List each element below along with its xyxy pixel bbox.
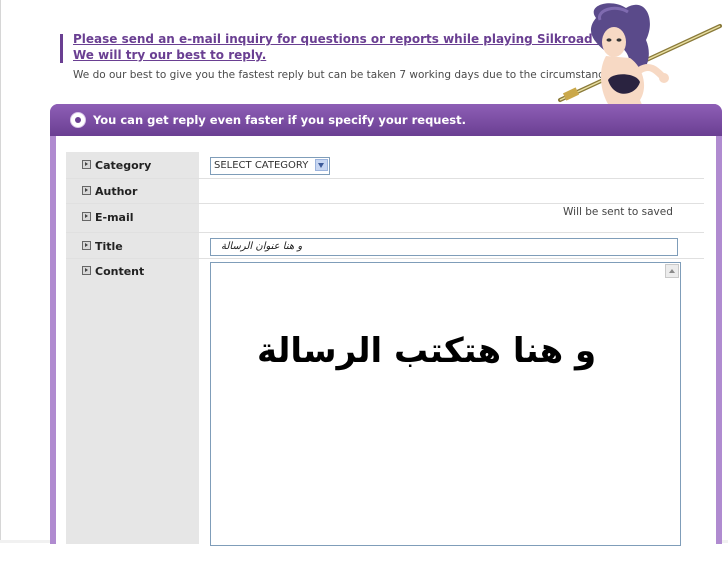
square-arrow-icon bbox=[82, 266, 91, 275]
email-label: E-mail bbox=[82, 211, 134, 224]
email-label-text: E-mail bbox=[95, 211, 134, 224]
category-label-text: Category bbox=[95, 159, 152, 172]
row-divider bbox=[66, 178, 704, 179]
title-input[interactable]: و هنا عنوان الرسالة bbox=[210, 238, 678, 256]
scroll-up-icon[interactable] bbox=[665, 264, 679, 278]
chevron-down-icon[interactable] bbox=[315, 159, 328, 171]
content-label: Content bbox=[82, 265, 144, 278]
author-label: Author bbox=[82, 185, 137, 198]
email-note: Will be sent to saved bbox=[563, 206, 673, 218]
category-select-value: SELECT CATEGORY bbox=[214, 160, 309, 171]
title-input-value: و هنا عنوان الرسالة bbox=[221, 241, 303, 252]
intro-note: We do our best to give you the fastest r… bbox=[73, 69, 614, 81]
category-label: Category bbox=[82, 159, 151, 172]
row-divider bbox=[66, 203, 704, 204]
square-arrow-icon bbox=[82, 160, 91, 169]
reply-link[interactable]: We will try our best to reply. bbox=[73, 48, 266, 62]
square-arrow-icon bbox=[82, 212, 91, 221]
content-textarea-value: و هنا هتكتب الرسالة bbox=[257, 331, 597, 371]
inquiry-form: Category Author E-mail Title Content SEL… bbox=[66, 152, 704, 546]
title-label-text: Title bbox=[95, 240, 123, 253]
square-arrow-icon bbox=[82, 241, 91, 250]
intro-accent-bar bbox=[60, 34, 63, 63]
title-label: Title bbox=[82, 240, 123, 253]
panel-header: You can get reply even faster if you spe… bbox=[50, 104, 722, 136]
square-arrow-icon bbox=[82, 186, 91, 195]
row-divider bbox=[66, 258, 704, 259]
frame-left-border bbox=[0, 0, 1, 540]
category-select[interactable]: SELECT CATEGORY bbox=[210, 157, 330, 175]
circle-arrow-icon bbox=[70, 112, 86, 128]
content-textarea[interactable]: و هنا هتكتب الرسالة bbox=[210, 262, 681, 546]
panel-header-text: You can get reply even faster if you spe… bbox=[93, 113, 467, 127]
author-label-text: Author bbox=[95, 185, 138, 198]
content-label-text: Content bbox=[95, 265, 145, 278]
row-divider bbox=[66, 232, 704, 233]
face bbox=[602, 27, 626, 57]
